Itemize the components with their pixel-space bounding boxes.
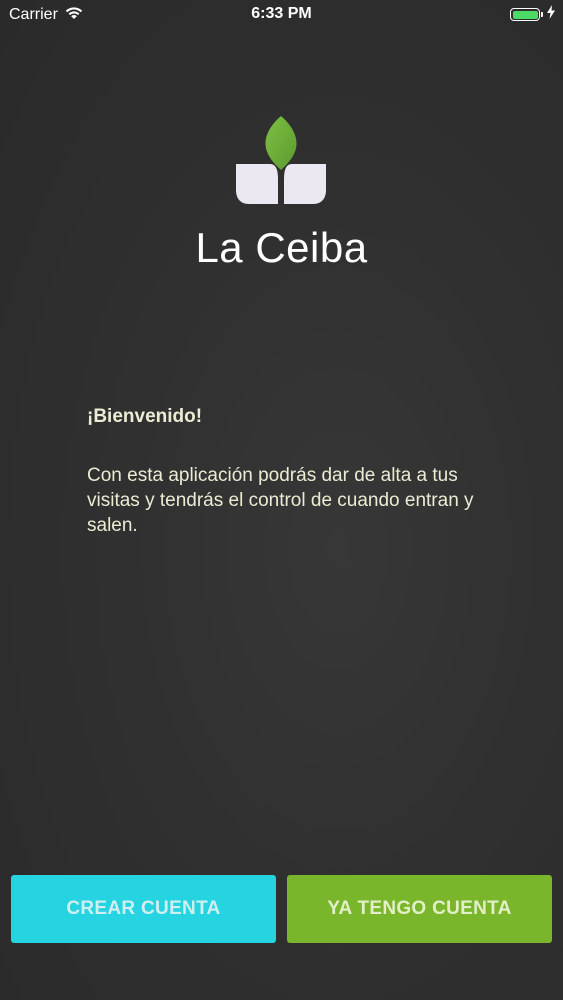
charging-bolt-icon — [547, 5, 555, 24]
have-account-button[interactable]: YA TENGO CUENTA — [287, 875, 552, 943]
create-account-label: CREAR CUENTA — [66, 898, 221, 919]
create-account-button[interactable]: CREAR CUENTA — [11, 875, 276, 943]
battery-cap — [541, 12, 543, 17]
battery-icon — [510, 8, 540, 21]
welcome-title: ¡Bienvenido! — [87, 406, 203, 427]
ceiba-leaf-logo — [234, 114, 328, 206]
battery-level-fill — [512, 10, 538, 19]
status-time: 6:33 PM — [251, 5, 312, 22]
battery-indicator — [510, 5, 555, 24]
status-bar: Carrier 6:33 PM — [0, 0, 563, 30]
app-name: La Ceiba — [195, 224, 368, 271]
welcome-description: Con esta aplicación podrás dar de alta a… — [87, 465, 474, 536]
welcome-screen: Carrier 6:33 PM La Ceiba ¡Bienvenido! Co… — [0, 0, 563, 1000]
have-account-label: YA TENGO CUENTA — [327, 898, 512, 919]
